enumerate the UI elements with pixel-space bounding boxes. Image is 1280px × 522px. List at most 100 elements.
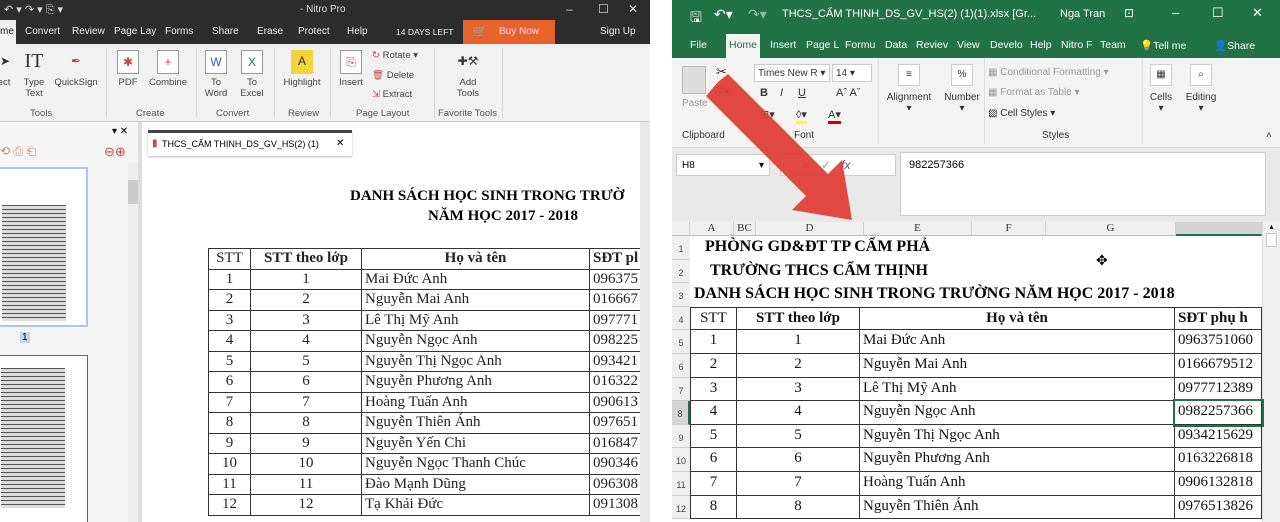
user-name[interactable]: Nga Tran xyxy=(1060,8,1105,20)
cell-stt[interactable]: 7 xyxy=(690,472,737,496)
format-as-table-button[interactable]: ▦ Format as Table ▾ xyxy=(988,87,1080,98)
row-header[interactable]: 4 xyxy=(672,306,690,331)
type-text-button[interactable]: IT Type Text xyxy=(20,50,48,99)
maximize-icon[interactable]: ☐ xyxy=(598,2,609,16)
highlight-button[interactable]: A Highlight xyxy=(280,50,324,88)
cell-stt-class[interactable]: 6 xyxy=(737,448,860,472)
cell-stt[interactable]: 1 xyxy=(690,330,737,354)
cell-stt-class[interactable]: 5 xyxy=(737,424,860,449)
redo-icon[interactable]: ↷▾ xyxy=(748,6,767,23)
to-word-button[interactable]: W To Word xyxy=(202,50,230,99)
cell-stt[interactable]: 4 xyxy=(690,401,737,425)
undo-icon[interactable]: ↶▾ xyxy=(714,6,733,23)
cell-name[interactable]: Lê Thị Mỹ Anh xyxy=(860,377,1175,402)
zoom-out-in-icons[interactable]: ⊖⊕ xyxy=(104,144,126,160)
row-header[interactable]: 5 xyxy=(672,330,690,354)
quicksign-button[interactable]: ✒ QuickSign xyxy=(52,50,100,88)
tab-protect[interactable]: Protect xyxy=(298,26,330,37)
cell-name[interactable]: Nguyễn Ngọc Anh xyxy=(860,401,1175,425)
close-icon[interactable]: ✕ xyxy=(1252,5,1263,21)
add-tools-button[interactable]: ✚⚒ Add Tools xyxy=(448,50,488,99)
cell-stt[interactable]: 5 xyxy=(690,424,737,449)
cell-name[interactable]: Mai Đức Anh xyxy=(860,330,1175,354)
tab-data[interactable]: Data xyxy=(885,39,907,51)
tab-file[interactable]: File xyxy=(690,39,707,51)
row-header[interactable]: 11 xyxy=(672,472,690,496)
tab-convert[interactable]: Convert xyxy=(25,26,60,37)
row-header[interactable]: 8 xyxy=(672,401,690,425)
cell-stt-class[interactable]: 2 xyxy=(737,354,860,378)
tell-me-search[interactable]: 💡Tell me xyxy=(1140,39,1186,52)
tab-review[interactable]: Reviev xyxy=(916,39,948,51)
alignment-button[interactable]: ≡ Alignment ▾ xyxy=(880,64,938,114)
header-cell[interactable]: STT theo lớp xyxy=(737,306,860,331)
tab-erase[interactable]: Erase xyxy=(257,26,283,37)
close-tab-icon[interactable]: ✕ xyxy=(336,138,344,149)
panel-menu-close-icon[interactable]: ▾ ✕ xyxy=(112,126,128,137)
sign-up-link[interactable]: Sign Up xyxy=(600,26,636,37)
tab-help[interactable]: Help xyxy=(347,26,368,37)
cell-stt-class[interactable]: 7 xyxy=(737,472,860,496)
cell-phone[interactable]: 0976513826 xyxy=(1175,495,1262,520)
extract-button[interactable]: ⇲ Extract xyxy=(372,89,412,100)
thumbnail-scrollbar[interactable] xyxy=(128,162,138,522)
column-header-f[interactable]: F xyxy=(972,222,1046,236)
cell-stt-class[interactable]: 4 xyxy=(737,401,860,425)
column-header-e[interactable]: E xyxy=(864,222,972,236)
cell-phone[interactable]: 0963751060 xyxy=(1175,330,1262,354)
column-header-h[interactable] xyxy=(1176,222,1262,236)
row-header[interactable]: 6 xyxy=(672,354,690,378)
tab-insert[interactable]: Insert xyxy=(770,39,796,51)
collapse-ribbon-icon[interactable]: ˄ xyxy=(1266,130,1272,141)
thumbnail-page-1[interactable] xyxy=(0,167,88,327)
tab-formulas[interactable]: Formu xyxy=(845,39,875,51)
share-button[interactable]: 👤Share xyxy=(1214,39,1255,52)
maximize-icon[interactable]: ☐ xyxy=(1212,5,1224,21)
tab-share[interactable]: Share xyxy=(212,26,239,37)
rotate-button[interactable]: ↻ Rotate ▾ xyxy=(372,50,418,61)
cell-stt-class[interactable]: 8 xyxy=(737,495,860,520)
thumbnail-tool-icons[interactable]: ⟲ ⎙ ⎗ xyxy=(0,144,36,159)
header-cell[interactable]: Họ và tên xyxy=(860,306,1175,331)
buy-now-button[interactable]: 🛒 Buy Now xyxy=(463,20,555,44)
row-header[interactable]: 1 xyxy=(672,236,690,260)
tab-home[interactable]: Home xyxy=(726,34,761,58)
number-button[interactable]: % Number ▾ xyxy=(940,64,984,114)
ribbon-display-icon[interactable]: ⊡ xyxy=(1124,6,1134,20)
tab-review[interactable]: Review xyxy=(72,26,105,37)
cell-phone[interactable]: 0163226818 xyxy=(1175,448,1262,472)
cell-school-title[interactable]: TRƯỜNG THCS CẨM THỊNH xyxy=(700,260,938,282)
editing-button[interactable]: ⌕ Editing ▾ xyxy=(1180,64,1222,114)
cell-stt-class[interactable]: 1 xyxy=(737,330,860,354)
tab-view[interactable]: View xyxy=(957,39,980,51)
header-cell[interactable]: SĐT phụ h xyxy=(1175,306,1262,331)
tab-nitro[interactable]: Nitro F xyxy=(1061,39,1093,51)
cell-name[interactable]: Nguyễn Thị Ngọc Anh xyxy=(860,424,1175,449)
cell-styles-button[interactable]: ▨ Cell Styles ▾ xyxy=(988,108,1055,119)
cell-stt[interactable]: 3 xyxy=(690,377,737,402)
row-header[interactable]: 2 xyxy=(672,259,690,284)
column-header-g[interactable]: G xyxy=(1046,222,1176,236)
cell-stt[interactable]: 6 xyxy=(690,448,737,472)
delete-button[interactable]: 🗑 Delete xyxy=(372,70,414,81)
close-icon[interactable]: ✕ xyxy=(628,2,638,16)
row-header[interactable]: 7 xyxy=(672,377,690,402)
select-button[interactable]: ➤ ect xyxy=(0,50,14,88)
cell-stt-class[interactable]: 3 xyxy=(737,377,860,402)
combine-button[interactable]: + Combine xyxy=(146,50,190,88)
tab-help[interactable]: Help xyxy=(1030,39,1052,51)
cell-name[interactable]: Nguyễn Thiên Ánh xyxy=(860,495,1175,520)
cells-button[interactable]: ▦ Cells ▾ xyxy=(1144,64,1178,114)
document-scrollbar[interactable] xyxy=(640,122,650,522)
cell-stt[interactable]: 8 xyxy=(690,495,737,520)
tab-forms[interactable]: Forms xyxy=(165,26,193,37)
document-tab[interactable]: ▮ THCS_CẨM THỊNH_DS_GV_HS(2) (1) ✕ xyxy=(148,130,352,156)
vertical-scrollbar[interactable]: ▴ xyxy=(1262,222,1280,522)
spreadsheet-grid[interactable]: A BC D E F G PHÒNG GD&ĐT TP CẨM PHẢ TRƯỜ… xyxy=(672,222,1280,522)
formula-input[interactable]: 982257366 xyxy=(900,152,1266,216)
header-cell[interactable]: STT xyxy=(690,306,737,331)
minimize-icon[interactable]: – xyxy=(566,2,573,16)
cell-phone[interactable]: 0166679512 xyxy=(1175,354,1262,378)
tab-page-layout[interactable]: Page L xyxy=(806,39,839,51)
tab-page-layout[interactable]: Page Lay xyxy=(114,26,156,37)
